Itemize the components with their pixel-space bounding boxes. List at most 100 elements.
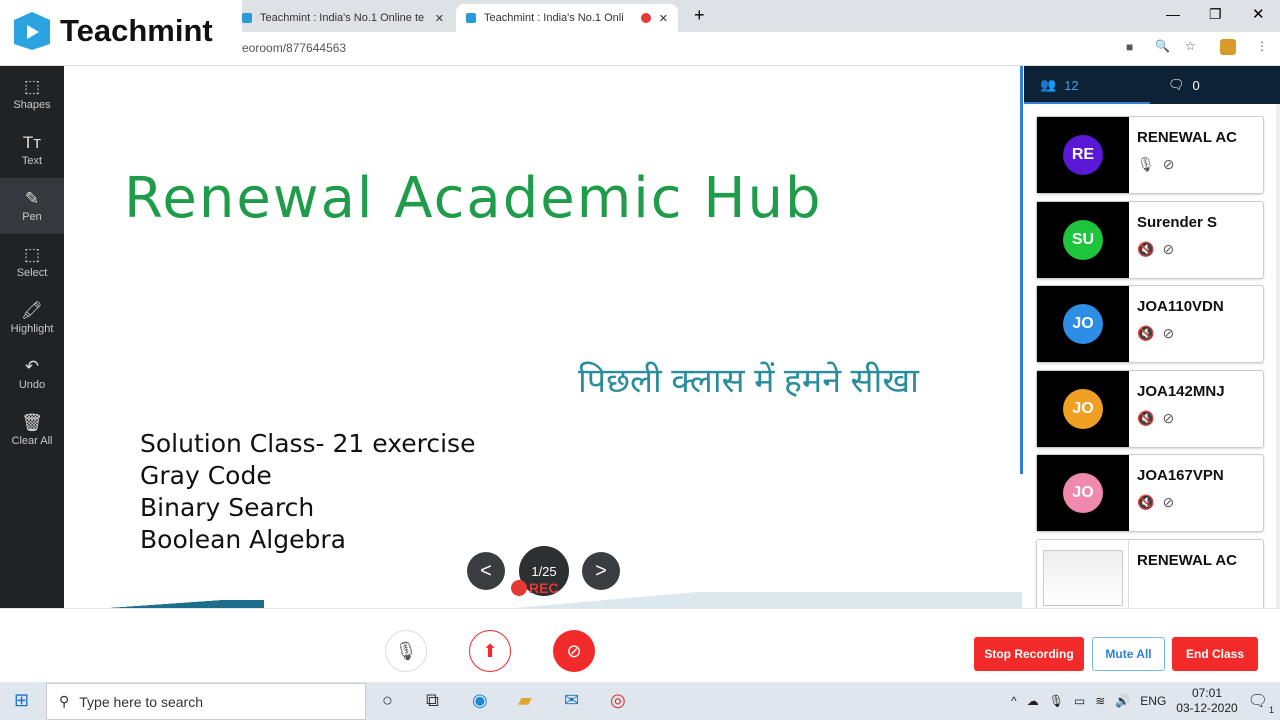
end-class-button[interactable]: End Class [1172, 637, 1258, 671]
close-tab-icon[interactable]: ✕ [435, 12, 444, 25]
wifi-icon[interactable]: ≋ [1095, 694, 1105, 708]
video-off-icon[interactable]: ⊘ [1162, 325, 1174, 342]
next-slide-button[interactable]: > [582, 552, 620, 590]
stop-recording-button[interactable]: Stop Recording [974, 637, 1084, 671]
tool-highlight[interactable]: 🖍 Highlight [0, 290, 64, 346]
teachmint-favicon-icon [242, 13, 252, 23]
trash-icon: 🗑 [21, 412, 43, 432]
show-hidden-icon[interactable]: ^ [1011, 694, 1017, 708]
video-off-icon[interactable]: ⊘ [1162, 241, 1174, 258]
minimize-icon[interactable]: — [1166, 6, 1180, 22]
shapes-icon: ⬚ [23, 76, 41, 96]
share-screen-button[interactable]: ⬆ [469, 630, 511, 672]
onedrive-icon[interactable]: ☁ [1027, 694, 1039, 708]
avatar: JO [1063, 388, 1103, 429]
volume-icon[interactable]: 🔊 [1115, 694, 1130, 708]
bookmark-star-icon[interactable]: ☆ [1185, 39, 1196, 53]
task-view-icon[interactable]: ⧉ [426, 690, 439, 711]
slide-decoration [64, 600, 264, 608]
microphone-icon[interactable]: 🎙 [1137, 156, 1155, 173]
tool-undo[interactable]: ↶ Undo [0, 346, 64, 402]
notifications-icon[interactable]: 🗨 1 [1248, 691, 1274, 715]
camera-icon[interactable]: ■ [1126, 40, 1133, 54]
language-indicator[interactable]: ENG [1140, 694, 1166, 708]
microphone-muted-icon[interactable]: 🔇 [1137, 410, 1154, 427]
browser-tab-active[interactable]: Teachmint : India's No.1 Onli ✕ [456, 4, 678, 32]
new-tab-button[interactable]: + [694, 5, 705, 26]
cortana-icon[interactable]: ○ [382, 690, 393, 711]
participant-name: JOA167VPN [1137, 467, 1224, 484]
tool-text[interactable]: Tт Text [0, 122, 64, 178]
avatar: RE [1063, 135, 1103, 175]
participant-card[interactable]: RE RENEWAL AC 🎙 ⊘ [1036, 116, 1264, 194]
class-controls-bar [0, 608, 1280, 682]
browser-tab[interactable]: Teachmint : India's No.1 Online te ✕ [232, 4, 454, 32]
slide-scrollbar[interactable] [1020, 66, 1023, 474]
microphone-button[interactable]: 🎙 [385, 630, 427, 672]
search-icon: ⚲ [59, 693, 70, 709]
tab-participants[interactable]: 👥 12 [1024, 77, 1152, 93]
slide-title: Renewal Academic Hub [124, 166, 823, 231]
teachmint-favicon-icon [466, 13, 476, 23]
clock[interactable]: 07:01 03-12-2020 [1176, 686, 1237, 716]
microphone-muted-icon[interactable]: 🔇 [1137, 325, 1154, 342]
avatar: SU [1063, 219, 1103, 260]
participant-video: SU [1037, 201, 1129, 278]
panel-tabs: 👥 12 🗨 0 [1024, 66, 1280, 104]
video-off-icon[interactable]: ⊘ [1163, 156, 1175, 173]
video-off-icon[interactable]: ⊘ [1162, 494, 1174, 511]
participant-card[interactable]: RENEWAL AC [1036, 538, 1264, 617]
windows-start-icon[interactable]: ⊞ [14, 690, 29, 711]
microphone-muted-icon[interactable]: 🔇 [1137, 241, 1154, 258]
topic: Binary Search [140, 493, 315, 522]
topic: Solution Class- 21 exercise [140, 429, 476, 458]
camera-off-button[interactable]: ⊘ [553, 630, 595, 672]
edge-icon[interactable]: ◉ [472, 690, 488, 711]
mail-icon[interactable]: ✉ [564, 690, 579, 711]
microphone-tray-icon[interactable]: 🎙 [1049, 694, 1064, 708]
mute-all-button[interactable]: Mute All [1092, 637, 1165, 671]
prev-slide-button[interactable]: < [467, 552, 505, 590]
system-tray: ^ ☁ 🎙 ▭ ≋ 🔊 ENG 07:01 03-12-2020 🗨 1 [1011, 682, 1280, 720]
microphone-muted-icon[interactable]: 🔇 [1137, 494, 1154, 511]
participant-card[interactable]: JO JOA110VDN 🔇 ⊘ [1036, 285, 1264, 363]
participant-name: RENEWAL AC [1137, 551, 1238, 569]
tool-select[interactable]: ⬚ Select [0, 234, 64, 290]
taskbar-search[interactable]: ⚲ Type here to search [46, 683, 366, 720]
video-off-icon[interactable]: ⊘ [1162, 410, 1174, 427]
whiteboard-toolbar: ⬚ Shapes Tт Text ✎ Pen ⬚ Select 🖍 Highlight ↶ Undo 🗑… [0, 66, 64, 608]
panel-scrollbar[interactable] [1276, 104, 1280, 608]
pen-icon: ✎ [24, 188, 40, 208]
slide-topics: Solution Class- 21 exercise Gray Code Bi… [140, 428, 475, 556]
participant-card[interactable]: SU Surender S 🔇 ⊘ [1036, 200, 1264, 279]
rec-dot-icon [511, 580, 527, 596]
close-window-icon[interactable]: ✕ [1252, 5, 1265, 23]
tab-chat[interactable]: 🗨 0 [1152, 77, 1280, 93]
highlight-icon: 🖍 [21, 300, 43, 320]
chrome-icon[interactable]: ◎ [610, 690, 626, 711]
participant-name: JOA142MNJ [1137, 382, 1225, 400]
url-field[interactable]: eoroom/877644563 [242, 41, 346, 55]
close-tab-icon[interactable]: ✕ [659, 12, 668, 25]
participant-video: JO [1037, 370, 1129, 447]
zoom-icon[interactable]: 🔍 [1155, 39, 1170, 53]
camera-off-icon: ⊘ [566, 640, 582, 661]
restore-icon[interactable]: ❐ [1209, 6, 1222, 23]
extension-icon[interactable] [1220, 39, 1236, 55]
file-explorer-icon[interactable]: ▰ [518, 690, 532, 711]
avatar: JO [1063, 304, 1103, 344]
tool-pen[interactable]: ✎ Pen [0, 178, 64, 234]
participant-card[interactable]: JO JOA142MNJ 🔇 ⊘ [1036, 369, 1264, 448]
battery-icon[interactable]: ▭ [1074, 694, 1085, 708]
undo-icon: ↶ [24, 356, 40, 376]
participant-card[interactable]: JO JOA167VPN 🔇 ⊘ [1036, 454, 1264, 532]
slide-canvas[interactable]: Renewal Academic Hub पिछली क्लास में हमन… [64, 66, 1022, 608]
recording-indicator-icon [640, 13, 651, 23]
recording-badge: REC [511, 580, 559, 596]
menu-kebab-icon[interactable]: ⋮ [1256, 39, 1268, 53]
tool-shapes[interactable]: ⬚ Shapes [0, 66, 64, 122]
select-icon: ⬚ [23, 244, 41, 264]
tool-clear-all[interactable]: 🗑 Clear All [0, 402, 64, 458]
participant-name: Surender S [1137, 213, 1218, 231]
topic: Boolean Algebra [140, 525, 346, 554]
